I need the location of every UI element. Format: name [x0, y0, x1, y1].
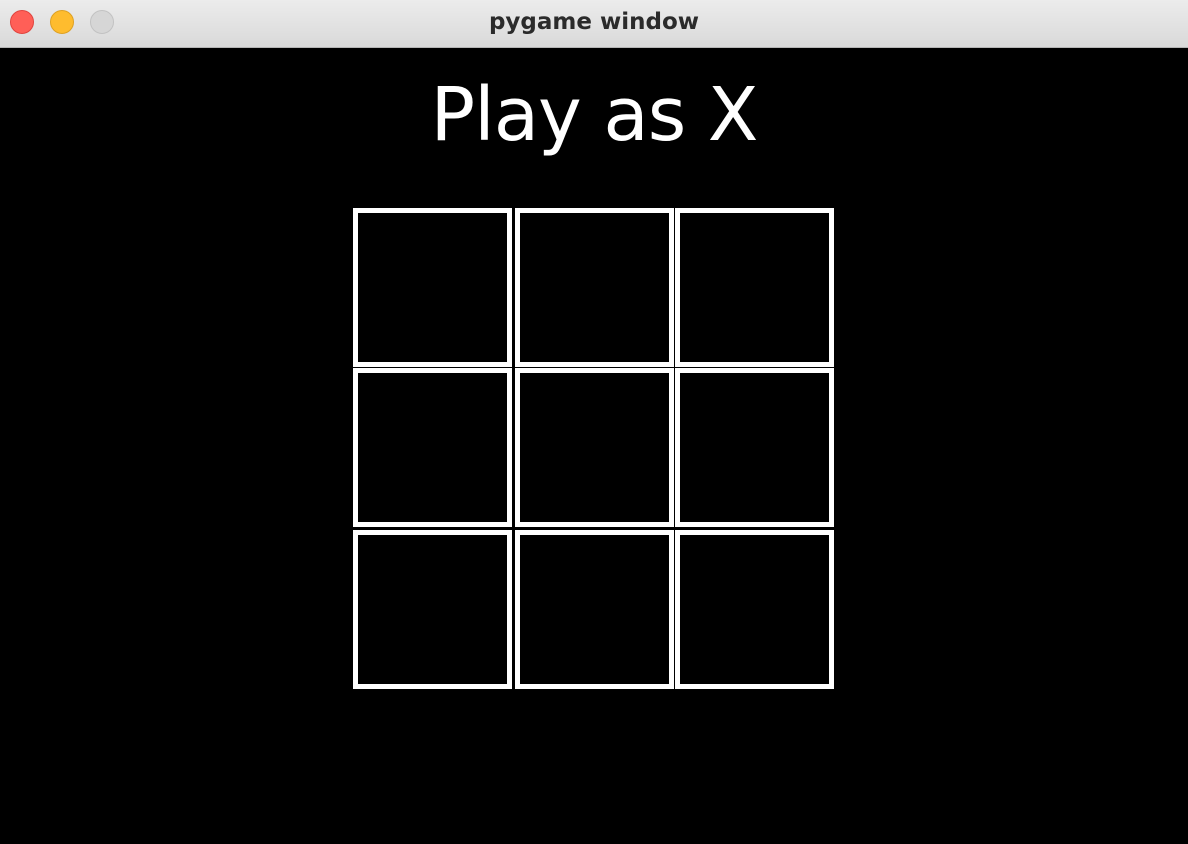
board-cell-0-2[interactable] [675, 208, 834, 367]
board-cell-1-1[interactable] [515, 368, 674, 527]
board-cell-0-1[interactable] [515, 208, 674, 367]
board-cell-0-0[interactable] [353, 208, 512, 367]
window-title: pygame window [488, 9, 700, 35]
title-bar[interactable]: pygame window [0, 0, 1188, 48]
game-status-text: Play as X [430, 72, 759, 158]
board-cell-1-2[interactable] [675, 368, 834, 527]
tic-tac-toe-board [353, 208, 836, 691]
board-cell-2-1[interactable] [515, 530, 674, 689]
board-cell-2-2[interactable] [675, 530, 834, 689]
board-cell-2-0[interactable] [353, 530, 512, 689]
board-cell-1-0[interactable] [353, 368, 512, 527]
game-canvas[interactable]: Play as X [0, 48, 1188, 844]
pygame-window: pygame window Play as X [0, 0, 1188, 844]
